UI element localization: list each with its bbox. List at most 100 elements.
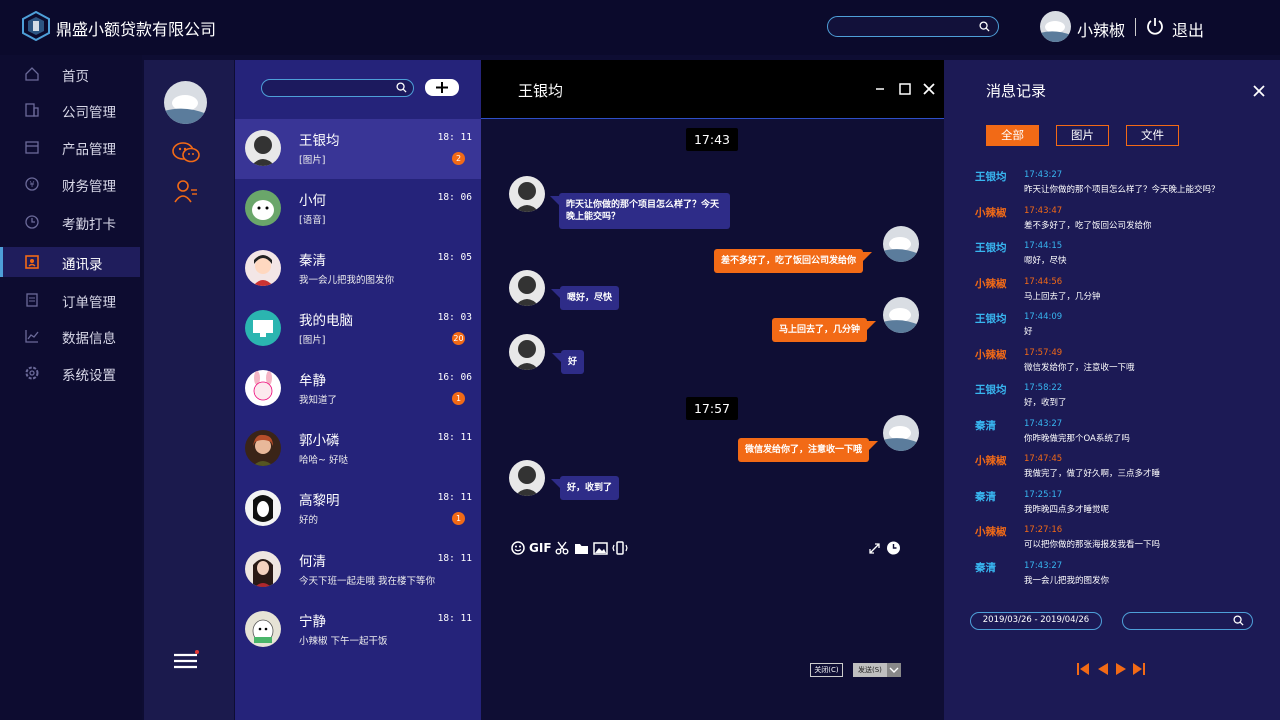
- contact-time: 18: 11: [437, 432, 472, 443]
- sidebar-item-data[interactable]: 数据信息: [0, 321, 140, 351]
- building-icon: [25, 103, 39, 117]
- expand-icon[interactable]: [868, 540, 881, 556]
- contacts-icon[interactable]: [174, 178, 198, 204]
- contact-time: 18: 11: [437, 553, 472, 564]
- sidebar-item-home[interactable]: 首页: [0, 59, 140, 89]
- first-page-icon[interactable]: [1077, 662, 1089, 676]
- record-time: 17:43:27: [1024, 170, 1063, 180]
- history-search-input[interactable]: [1122, 612, 1253, 630]
- send-button-label: 发送(S): [858, 666, 882, 674]
- filter-images-button[interactable]: 图片: [1056, 125, 1109, 146]
- record-time: 17:44:56: [1024, 276, 1063, 287]
- contact-item[interactable]: 秦清 18: 05 我一会儿把我的图发你: [235, 239, 481, 299]
- gif-button[interactable]: GIF: [529, 541, 552, 555]
- avatar: [245, 130, 281, 166]
- contact-item[interactable]: 高黎明 18: 11 好的 1: [235, 479, 481, 539]
- clock-icon: [25, 215, 39, 229]
- search-icon: [396, 82, 407, 93]
- sidebar-item-label: 财务管理: [62, 179, 116, 195]
- timestamp: 17:43: [686, 128, 738, 151]
- sidebar-item-attendance[interactable]: 考勤打卡: [0, 207, 140, 237]
- contact-item[interactable]: 王银均 18: 11 [图片] 2: [235, 119, 481, 179]
- contact-item[interactable]: 宁静 18: 11 小辣椒 下午一起干饭: [235, 600, 481, 660]
- message-bubble-incoming: 嗯好，尽快: [550, 286, 620, 310]
- record-sender: 小辣椒: [975, 455, 1007, 467]
- prev-page-icon[interactable]: [1097, 662, 1109, 676]
- avatar[interactable]: [164, 81, 207, 124]
- unread-badge: 1: [452, 512, 465, 525]
- contact-time: 18: 11: [437, 613, 472, 624]
- avatar: [883, 297, 919, 333]
- record-time: 17:27:16: [1024, 525, 1063, 535]
- avatar: [245, 370, 281, 406]
- close-button[interactable]: 关闭(C): [810, 663, 843, 677]
- sidebar-item-orders[interactable]: 订单管理: [0, 285, 140, 315]
- record-text: 微信发给你了，注意收一下哦: [1024, 362, 1135, 373]
- sidebar-item-finance[interactable]: ¥ 财务管理: [0, 169, 140, 199]
- last-page-icon[interactable]: [1133, 662, 1145, 676]
- menu-icon[interactable]: [172, 649, 200, 671]
- contact-search-input[interactable]: [261, 79, 414, 97]
- date-range-picker[interactable]: 2019/03/26 - 2019/04/26: [970, 612, 1102, 630]
- sidebar-item-product[interactable]: 产品管理: [0, 132, 140, 162]
- close-icon[interactable]: [922, 82, 936, 96]
- record-time: 17:58:22: [1024, 383, 1063, 393]
- minimize-icon[interactable]: [873, 82, 887, 96]
- contact-last-message: [语音]: [299, 215, 326, 226]
- power-icon[interactable]: [1145, 16, 1165, 36]
- avatar[interactable]: [1040, 11, 1071, 42]
- contact-item[interactable]: 小何 18: 06 [语音]: [235, 179, 481, 239]
- order-icon: [26, 293, 38, 307]
- emoji-icon[interactable]: [511, 540, 525, 556]
- image-icon[interactable]: [593, 540, 608, 556]
- chat-header: 王银均: [481, 60, 944, 119]
- record-text: 你昨晚做完那个OA系统了吗: [1024, 433, 1130, 444]
- record-time: 17:43:47: [1024, 205, 1063, 216]
- contact-last-message: 我一会儿把我的图发你: [299, 275, 395, 286]
- next-page-icon[interactable]: [1115, 662, 1127, 676]
- sidebar-item-label: 考勤打卡: [62, 217, 116, 233]
- logout-button[interactable]: 退出: [1172, 17, 1204, 41]
- sidebar-item-label: 订单管理: [62, 295, 116, 311]
- filter-files-button[interactable]: 文件: [1126, 125, 1179, 146]
- record-sender: 小辣椒: [975, 277, 1007, 290]
- contact-item[interactable]: 何清 18: 11 今天下班一起走哦 我在楼下等你: [235, 540, 481, 600]
- record-time: 17:44:09: [1024, 312, 1063, 322]
- sidebar-item-contacts[interactable]: 通讯录: [0, 247, 140, 277]
- avatar: [245, 430, 281, 466]
- sidebar-item-settings[interactable]: 系统设置: [0, 358, 140, 388]
- chevron-down-icon[interactable]: [887, 663, 901, 677]
- contact-item[interactable]: 我的电脑 18: 03 [图片] 20: [235, 299, 481, 359]
- search-input[interactable]: [827, 16, 999, 37]
- add-contact-button[interactable]: [425, 79, 459, 96]
- record-sender: 小辣椒: [975, 206, 1007, 219]
- avatar: [883, 226, 919, 262]
- user-name[interactable]: 小辣椒: [1077, 17, 1125, 41]
- contact-name: 王银均: [299, 133, 340, 149]
- contact-item[interactable]: 牟静 16: 06 我知道了 1: [235, 359, 481, 419]
- avatar: [883, 415, 919, 451]
- record-text: 嗯好，尽快: [1024, 256, 1067, 266]
- maximize-icon[interactable]: [898, 82, 912, 96]
- avatar: [509, 460, 545, 496]
- contact-item[interactable]: 郭小磷 18: 11 哈哈~ 好哒: [235, 419, 481, 479]
- scissors-icon[interactable]: [555, 540, 569, 556]
- sidebar-item-label: 通讯录: [62, 257, 103, 273]
- close-icon[interactable]: [1252, 84, 1266, 98]
- record-text: 昨天让你做的那个项目怎么样了？今天晚上能交吗？: [1024, 185, 1220, 195]
- contact-time: 18: 11: [437, 132, 472, 143]
- send-button[interactable]: 发送(S): [853, 663, 901, 677]
- chat-icon[interactable]: [171, 140, 201, 166]
- record-text: 我一会儿把我的图发你: [1024, 575, 1110, 586]
- sidebar-item-company[interactable]: 公司管理: [0, 95, 140, 125]
- message-bubble-outgoing: 微信发给你了，注意收一下哦: [738, 438, 879, 462]
- filter-all-button[interactable]: 全部: [986, 125, 1039, 146]
- record-sender: 小辣椒: [975, 348, 1007, 361]
- search-icon: [1233, 615, 1244, 626]
- contact-last-message: 好的: [299, 515, 319, 526]
- history-clock-icon[interactable]: [886, 540, 901, 556]
- vibrate-icon[interactable]: [612, 540, 628, 556]
- message-bubble-incoming: 昨天让你做的那个项目怎么样了？今天晚上能交吗？: [550, 193, 730, 229]
- folder-icon[interactable]: [574, 540, 589, 556]
- sidebar: 首页 公司管理 产品管理 ¥ 财务管理 考勤打卡 通讯录 订单管理 数据信息 系…: [0, 55, 142, 720]
